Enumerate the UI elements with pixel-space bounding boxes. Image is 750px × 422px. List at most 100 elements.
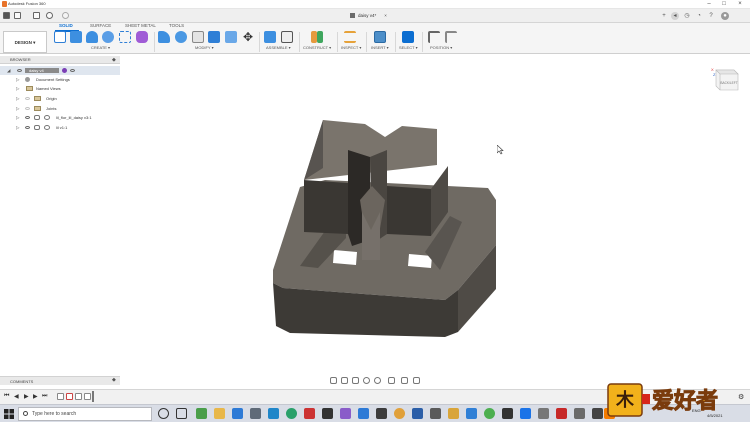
file-menu-icon[interactable] — [14, 12, 21, 19]
extensions-icon[interactable]: ◂ — [671, 12, 679, 20]
form-icon[interactable] — [136, 31, 148, 43]
expand-arrow-icon[interactable]: ▷ — [16, 94, 19, 103]
fillet-icon[interactable] — [175, 31, 187, 43]
measure-icon[interactable] — [344, 31, 356, 43]
app-icon[interactable] — [556, 408, 567, 419]
workspace-switcher[interactable]: DESIGN ▾ — [3, 31, 47, 53]
taskbar-search-box[interactable]: Type here to search — [18, 407, 152, 421]
assemble-group-label[interactable]: ASSEMBLE ▾ — [266, 45, 291, 50]
app-icon[interactable] — [304, 408, 315, 419]
close-icon[interactable]: × — [734, 0, 746, 8]
maximize-icon[interactable]: □ — [718, 0, 730, 8]
app-icon[interactable] — [358, 408, 369, 419]
undo-icon[interactable] — [46, 12, 53, 19]
app-icon[interactable] — [232, 408, 243, 419]
look-at-icon[interactable] — [341, 377, 348, 384]
app-icon[interactable] — [340, 408, 351, 419]
cortana-icon[interactable] — [158, 408, 169, 419]
revolve-icon[interactable] — [86, 31, 98, 43]
pattern-icon[interactable] — [119, 31, 131, 43]
timeline-marker[interactable] — [92, 391, 94, 402]
app-icon[interactable] — [286, 408, 297, 419]
tab-solid[interactable]: SOLID — [59, 23, 73, 28]
orbit-icon[interactable] — [330, 377, 337, 384]
joint-icon[interactable] — [281, 31, 293, 43]
expand-arrow-icon[interactable]: ▷ — [16, 75, 19, 84]
browser-pin-icon[interactable]: ◆ — [112, 56, 118, 64]
avatar[interactable]: ● — [721, 12, 729, 20]
browser-item[interactable]: ▷ Document Settings — [0, 75, 120, 84]
browser-item[interactable]: ▷ Origin — [0, 94, 120, 103]
comments-pin-icon[interactable]: ◆ — [112, 376, 116, 385]
data-panel-icon[interactable] — [3, 12, 10, 19]
comments-header[interactable]: COMMENTS — [0, 376, 120, 385]
visibility-eye-icon[interactable] — [25, 107, 30, 110]
viewports-icon[interactable] — [413, 377, 420, 384]
inspect-group-label[interactable]: INSPECT ▾ — [341, 45, 361, 50]
combine-icon[interactable] — [208, 31, 220, 43]
press-pull-icon[interactable] — [158, 31, 170, 43]
create-group-label[interactable]: CREATE ▾ — [91, 45, 110, 50]
align-icon[interactable] — [225, 31, 237, 43]
modify-group-label[interactable]: MODIFY ▾ — [195, 45, 214, 50]
fit-icon[interactable] — [374, 377, 381, 384]
capture-position-icon[interactable] — [428, 31, 440, 43]
expand-arrow-icon[interactable]: ▷ — [16, 123, 19, 132]
move-copy-icon[interactable]: ✥ — [242, 31, 254, 43]
collapse-arrow-icon[interactable]: ◢ — [7, 66, 10, 75]
timeline-start-icon[interactable]: ⏮ — [4, 393, 9, 400]
tab-surface[interactable]: SURFACE — [90, 23, 111, 28]
viewcube[interactable]: BACK/LEFT X Z — [708, 66, 742, 94]
app-icon[interactable] — [484, 408, 495, 419]
browser-item[interactable]: ▷ Named Views — [0, 84, 120, 93]
redo-icon[interactable] — [62, 12, 69, 19]
visibility-eye-icon[interactable] — [25, 97, 30, 100]
display-settings-icon[interactable] — [388, 377, 395, 384]
timeline-end-icon[interactable]: ⏭ — [42, 393, 47, 400]
browser-header[interactable]: BROWSER — [0, 56, 120, 64]
browser-item[interactable]: ▷ lil v1:1 — [0, 123, 120, 132]
zoom-icon[interactable] — [363, 377, 370, 384]
app-icon[interactable] — [502, 408, 513, 419]
model-viewport[interactable] — [260, 110, 510, 340]
plane-icon[interactable] — [317, 31, 323, 43]
visibility-eye-icon[interactable] — [17, 69, 22, 72]
timeline-feature-icon[interactable] — [66, 393, 73, 400]
visibility-eye-icon[interactable] — [25, 116, 30, 119]
app-icon[interactable] — [250, 408, 261, 419]
app-icon[interactable] — [448, 408, 459, 419]
visibility-eye-icon[interactable] — [25, 126, 30, 129]
notifications-icon[interactable]: ◔ — [695, 12, 703, 20]
app-icon[interactable] — [592, 408, 603, 419]
grid-snaps-icon[interactable] — [401, 377, 408, 384]
job-status-icon[interactable]: ◷ — [683, 12, 691, 20]
new-component-icon[interactable] — [264, 31, 276, 43]
app-icon[interactable] — [322, 408, 333, 419]
app-icon[interactable] — [430, 408, 441, 419]
sweep-icon[interactable] — [102, 31, 114, 43]
timeline-feature-icon[interactable] — [75, 393, 82, 400]
timeline-feature-icon[interactable] — [57, 393, 64, 400]
new-tab-icon[interactable]: + — [660, 12, 668, 20]
chrome-icon[interactable] — [394, 408, 405, 419]
timeline-play-icon[interactable]: ▶ — [24, 393, 29, 400]
timeline-back-icon[interactable]: ◀ — [14, 393, 19, 400]
timeline-feature-icon[interactable] — [84, 393, 91, 400]
app-icon[interactable] — [196, 408, 207, 419]
tab-sheet-metal[interactable]: SHEET METAL — [125, 23, 156, 28]
pan-icon[interactable] — [352, 377, 359, 384]
expand-arrow-icon[interactable]: ▷ — [16, 84, 19, 93]
shell-icon[interactable] — [192, 31, 204, 43]
browser-item[interactable]: ▷ Joints — [0, 104, 120, 113]
select-icon[interactable] — [402, 31, 414, 43]
app-icon[interactable] — [412, 408, 423, 419]
app-icon[interactable] — [538, 408, 549, 419]
document-tab[interactable]: daisy v4* × — [350, 9, 387, 23]
expand-arrow-icon[interactable]: ▷ — [16, 104, 19, 113]
construct-group-label[interactable]: CONSTRUCT ▾ — [303, 45, 331, 50]
app-icon[interactable] — [268, 408, 279, 419]
app-icon[interactable] — [520, 408, 531, 419]
new-sketch-icon[interactable] — [54, 31, 66, 43]
timeline-settings-icon[interactable]: ⚙ — [738, 393, 744, 401]
expand-arrow-icon[interactable]: ▷ — [16, 113, 19, 122]
